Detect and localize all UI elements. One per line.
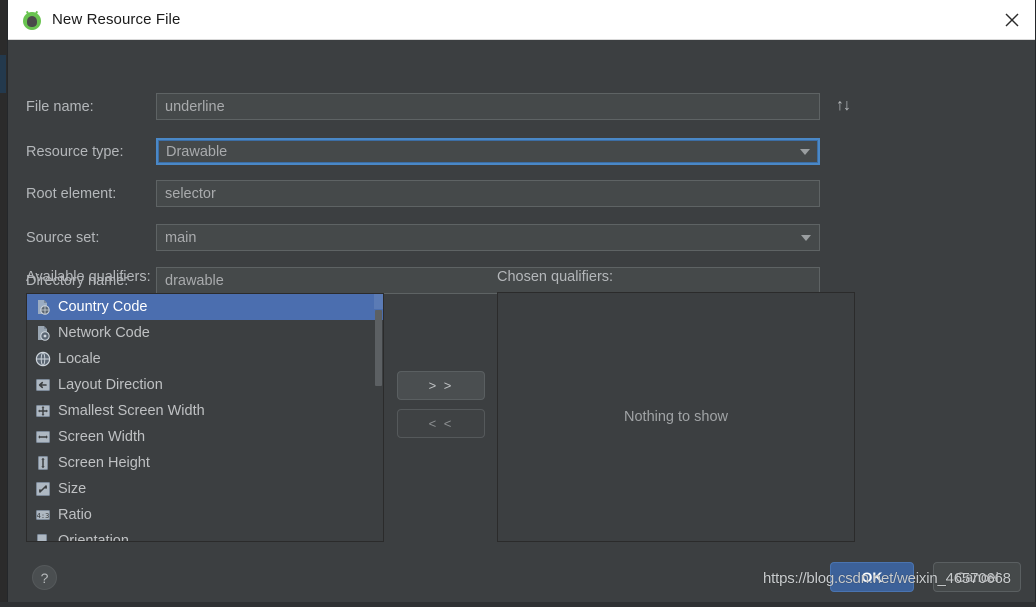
qualifier-label: Size (58, 481, 86, 497)
qualifier-item[interactable]: Country Code (27, 294, 383, 320)
chosen-empty-text: Nothing to show (624, 409, 728, 425)
screen-height-icon (35, 455, 51, 471)
country-code-icon (35, 299, 51, 315)
qualifier-item[interactable]: 4:3 Ratio (27, 502, 383, 528)
ratio-icon: 4:3 (35, 507, 51, 523)
chosen-qualifiers-list[interactable]: Nothing to show (497, 292, 855, 542)
root-element-value: selector (165, 186, 811, 202)
background-accent (0, 55, 6, 93)
size-icon (35, 481, 51, 497)
qualifier-item[interactable]: Locale (27, 346, 383, 372)
qualifier-label: Country Code (58, 299, 147, 315)
qualifier-item[interactable]: Smallest Screen Width (27, 398, 383, 424)
directory-name-value: drawable (165, 273, 811, 289)
title-bar: New Resource File (8, 0, 1035, 40)
label-root-element: Root element: (26, 186, 116, 202)
remove-qualifier-button[interactable]: < < (397, 409, 485, 438)
scrollbar-thumb[interactable] (375, 310, 382, 386)
network-code-icon (35, 325, 51, 341)
directory-name-input[interactable]: drawable (156, 267, 820, 294)
available-qualifiers-list[interactable]: Country Code Network Code Locale Layout Dir… (26, 293, 384, 542)
qualifier-label: Network Code (58, 325, 150, 341)
source-set-value: main (165, 230, 795, 246)
chosen-qualifiers-label: Chosen qualifiers: (497, 269, 613, 285)
orientation-icon (35, 533, 51, 542)
qualifier-label: Layout Direction (58, 377, 163, 393)
label-resource-type: Resource type: (26, 144, 124, 160)
qualifier-label: Ratio (58, 507, 92, 523)
new-resource-file-dialog: New Resource File File name: underline ↑… (7, 0, 1036, 607)
locale-globe-icon (35, 351, 51, 367)
svg-text:4:3: 4:3 (37, 512, 50, 520)
chevron-down-icon (800, 149, 810, 155)
qualifier-item[interactable]: Orientation (27, 528, 383, 542)
file-name-input[interactable]: underline (156, 93, 820, 120)
qualifier-label: Locale (58, 351, 101, 367)
smallest-screen-width-icon (35, 403, 51, 419)
help-button[interactable]: ? (32, 565, 57, 590)
window-title: New Resource File (52, 11, 180, 28)
add-qualifier-button[interactable]: > > (397, 371, 485, 400)
layout-direction-icon (35, 377, 51, 393)
qualifier-label: Orientation (58, 533, 129, 542)
qualifier-item[interactable]: Size (27, 476, 383, 502)
qualifier-label: Screen Height (58, 455, 150, 471)
qualifier-item[interactable]: Layout Direction (27, 372, 383, 398)
qualifier-label: Smallest Screen Width (58, 403, 205, 419)
screen: New Resource File File name: underline ↑… (0, 0, 1036, 607)
swap-arrows-icon[interactable]: ↑↓ (836, 97, 850, 115)
label-source-set: Source set: (26, 230, 99, 246)
screen-width-icon (35, 429, 51, 445)
watermark-url: https://blog.csdn.net/weixin_46570668 (763, 570, 1011, 587)
scrollbar-track-top (374, 294, 383, 309)
resource-type-combo[interactable]: Drawable (156, 138, 820, 165)
bottom-strip (0, 602, 1036, 607)
available-qualifiers-label: Available qualifiers: (26, 269, 151, 285)
chevron-down-icon-2 (801, 235, 811, 241)
resource-type-value: Drawable (166, 144, 794, 160)
source-set-combo[interactable]: main (156, 224, 820, 251)
list-scrollbar[interactable] (374, 294, 383, 541)
qualifier-item[interactable]: Screen Height (27, 450, 383, 476)
qualifier-item[interactable]: Network Code (27, 320, 383, 346)
label-file-name: File name: (26, 99, 94, 115)
close-icon[interactable] (989, 0, 1035, 39)
android-studio-icon (22, 10, 42, 30)
root-element-input[interactable]: selector (156, 180, 820, 207)
qualifier-label: Screen Width (58, 429, 145, 445)
file-name-value: underline (165, 99, 811, 115)
qualifier-item[interactable]: Screen Width (27, 424, 383, 450)
